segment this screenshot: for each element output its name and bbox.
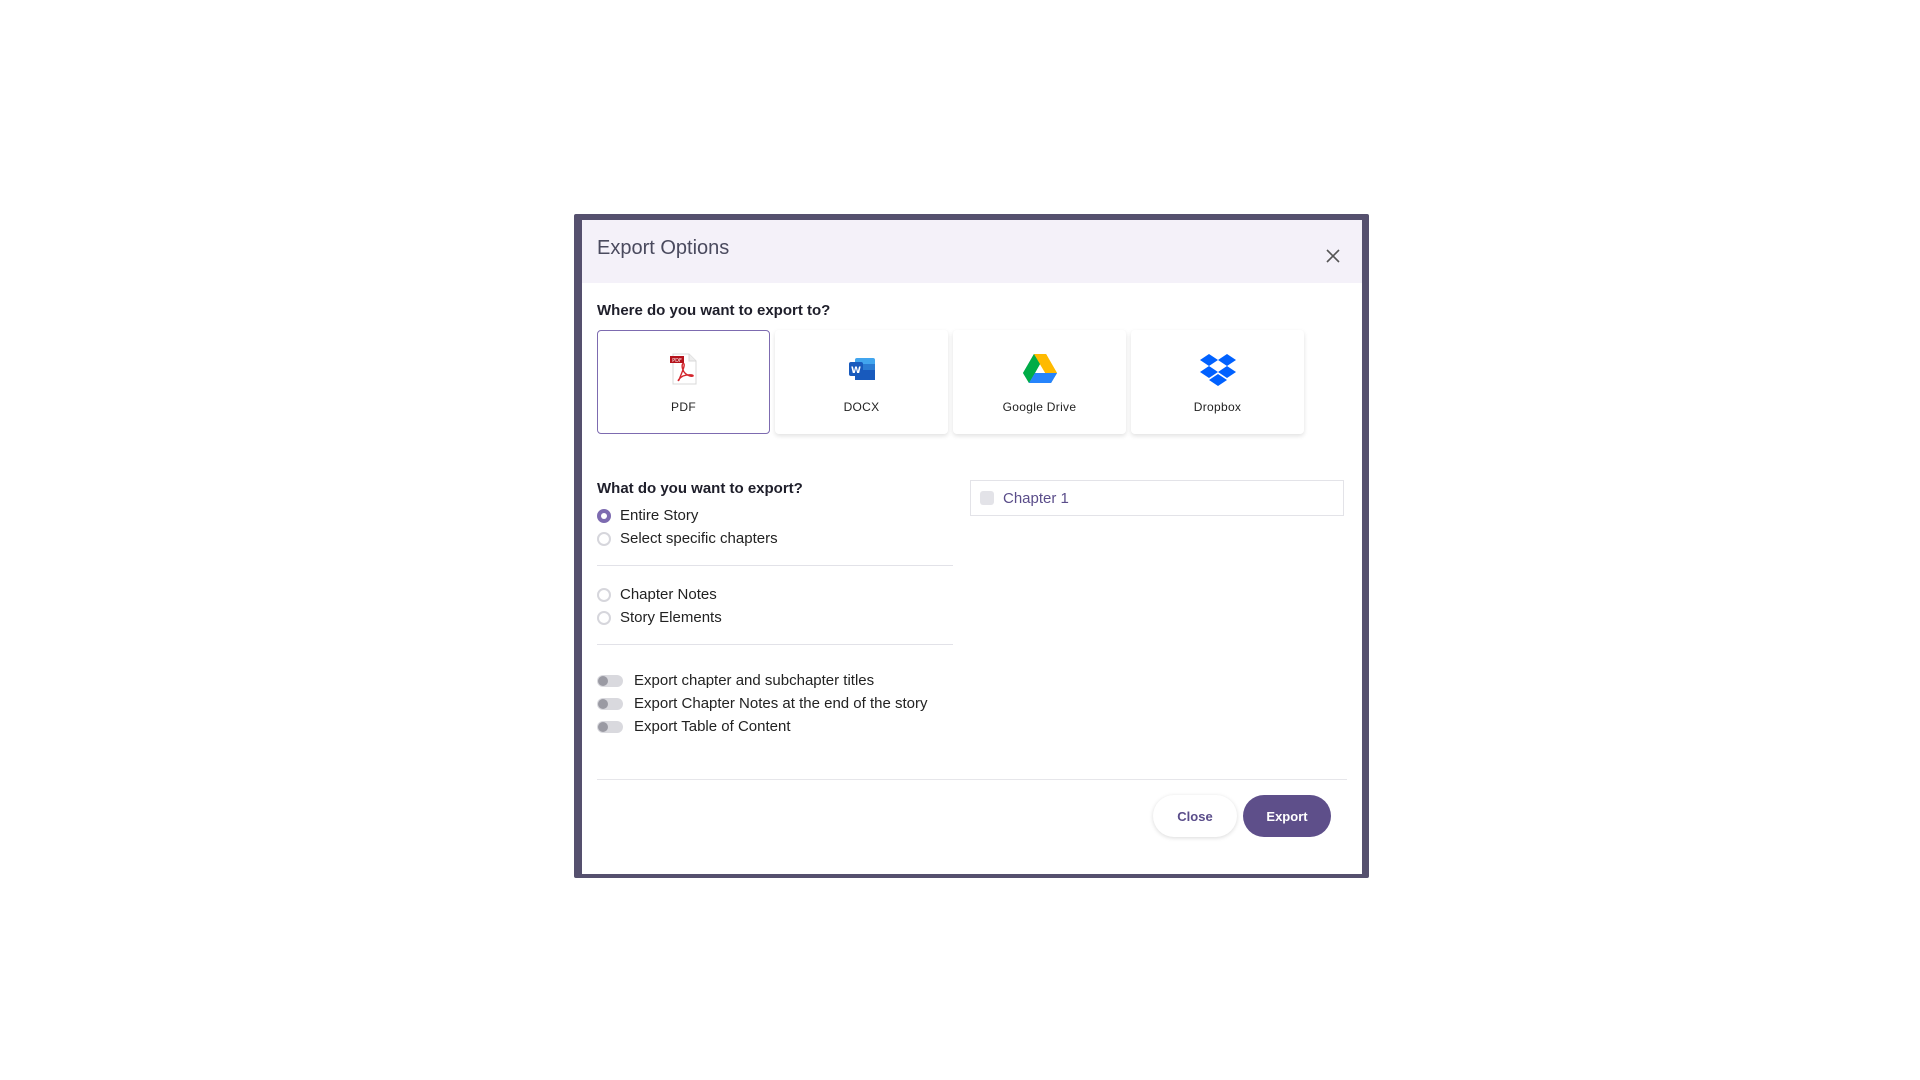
radio-select-chapters[interactable]: Select specific chapters (597, 527, 953, 550)
content-question: What do you want to export? (597, 480, 803, 497)
pdf-icon: PDF (669, 349, 699, 389)
dropbox-icon (1199, 349, 1236, 389)
destination-pdf[interactable]: PDF PDF (597, 330, 770, 434)
destination-dropbox[interactable]: Dropbox (1131, 330, 1304, 434)
destination-label: DOCX (843, 400, 880, 414)
toggle-switch[interactable] (597, 674, 623, 687)
close-icon[interactable] (1320, 243, 1346, 269)
destination-docx[interactable]: W DOCX (775, 330, 948, 434)
dialog-footer: Close Export (1153, 795, 1331, 837)
radio-button[interactable] (597, 531, 611, 546)
radio-chapter-notes[interactable]: Chapter Notes (597, 583, 953, 606)
radio-label: Story Elements (620, 609, 722, 626)
toggle-switch[interactable] (597, 697, 623, 710)
dialog-body: Where do you want to export to? PDF PDF (582, 302, 1362, 738)
close-button[interactable]: Close (1153, 795, 1237, 837)
chapter-label: Chapter 1 (1003, 489, 1069, 507)
divider (597, 644, 953, 645)
divider (597, 565, 953, 566)
toggle-group: Export chapter and subchapter titles Exp… (597, 669, 953, 738)
toggle-row-titles: Export chapter and subchapter titles (597, 669, 953, 692)
radio-button[interactable] (597, 587, 611, 602)
chapter-checkbox[interactable] (980, 491, 994, 505)
dialog-title: Export Options (597, 237, 730, 259)
radio-label: Entire Story (620, 507, 699, 524)
svg-text:W: W (851, 366, 861, 376)
footer-divider (597, 779, 1347, 780)
svg-text:PDF: PDF (672, 358, 682, 364)
radio-story-elements[interactable]: Story Elements (597, 606, 953, 629)
destination-label: Google Drive (1002, 400, 1077, 414)
radio-button[interactable] (597, 508, 611, 523)
scope-radio-group: Entire Story Select specific chapters (597, 504, 953, 550)
word-icon: W (848, 349, 876, 389)
radio-button[interactable] (597, 610, 611, 625)
toggle-label: Export Table of Content (634, 718, 791, 735)
google-drive-icon (1022, 349, 1058, 389)
chapter-list-column: Chapter 1 (970, 480, 1344, 738)
extra-radio-group: Chapter Notes Story Elements (597, 583, 953, 629)
toggle-row-toc: Export Table of Content (597, 715, 953, 738)
radio-entire-story[interactable]: Entire Story (597, 504, 953, 527)
toggle-switch[interactable] (597, 720, 623, 733)
destination-google-drive[interactable]: Google Drive (953, 330, 1126, 434)
radio-label: Chapter Notes (620, 586, 717, 603)
dialog-header: Export Options (582, 220, 1362, 283)
chapter-item[interactable]: Chapter 1 (970, 480, 1344, 516)
destination-question: Where do you want to export to? (597, 302, 831, 319)
export-button[interactable]: Export (1243, 795, 1331, 837)
export-options-dialog: Export Options Where do you want to expo… (582, 220, 1362, 874)
radio-label: Select specific chapters (620, 530, 778, 547)
toggle-row-chapter-notes: Export Chapter Notes at the end of the s… (597, 692, 953, 715)
destination-label: Dropbox (1193, 400, 1242, 414)
toggle-label: Export chapter and subchapter titles (634, 672, 875, 689)
export-content-section: What do you want to export? Entire Story… (597, 480, 1347, 738)
toggle-label: Export Chapter Notes at the end of the s… (634, 695, 928, 712)
export-scope-column: What do you want to export? Entire Story… (597, 480, 953, 738)
destination-options: PDF PDF W DOCX Google Drive Dropbox (597, 330, 1347, 434)
destination-label: PDF (671, 400, 696, 414)
